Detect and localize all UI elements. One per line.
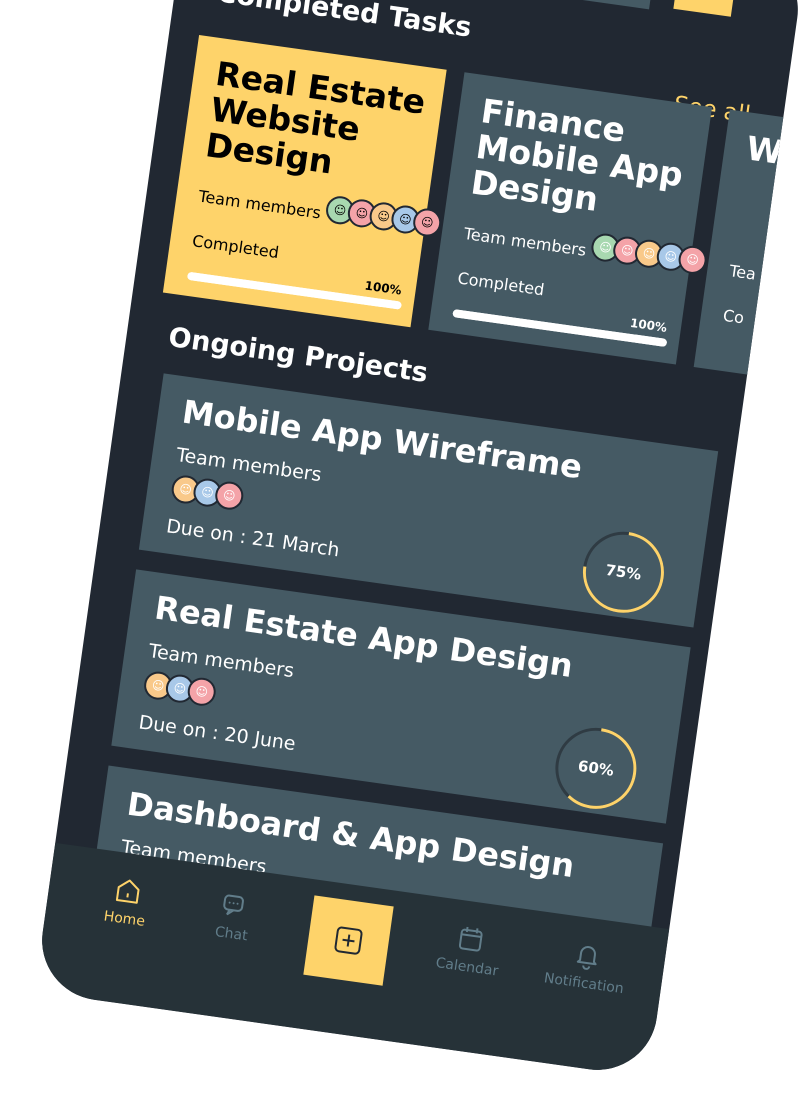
team-avatars: ☺ ☺ ☺ <box>169 473 246 512</box>
screen: Completed Tasks See all Real Estate Webs… <box>34 0 806 1078</box>
phone-frame: Completed Tasks See all Real Estate Webs… <box>34 0 806 1078</box>
progress-percent: 60% <box>577 757 615 780</box>
nav-calendar[interactable]: Calendar <box>421 917 517 981</box>
status-label: Co <box>721 305 746 328</box>
add-button[interactable] <box>303 895 394 986</box>
nav-label: Calendar <box>434 955 500 980</box>
nav-label: Home <box>102 908 146 930</box>
progress-ring: 60% <box>555 727 637 809</box>
task-title: Finance Mobile App Design <box>468 91 686 219</box>
add-icon <box>334 926 363 955</box>
nav-label: Notification <box>542 970 625 998</box>
filter-button[interactable] <box>673 0 739 17</box>
bell-icon <box>576 946 597 970</box>
task-title: W M D <box>744 128 806 183</box>
home-icon <box>115 879 140 904</box>
progress-percent: 100% <box>629 315 668 335</box>
status-label: Completed <box>456 268 546 300</box>
progress-percent: 100% <box>363 278 403 298</box>
task-title: Real Estate Website Design <box>203 53 428 182</box>
chat-icon <box>223 894 244 916</box>
due-date: Due on : 21 March <box>164 515 341 562</box>
completed-tasks-title: Completed Tasks <box>215 0 474 44</box>
completed-task-card[interactable]: W M D Tea Co <box>693 109 806 402</box>
nav-home[interactable]: Home <box>79 869 175 933</box>
nav-chat[interactable]: Chat <box>186 884 282 948</box>
team-members-label: Team members <box>197 186 323 223</box>
completed-task-card[interactable]: Finance Mobile App Design Team members ☺… <box>428 72 713 365</box>
progress-ring: 75% <box>582 531 664 613</box>
due-date: Due on : 20 June <box>137 711 297 756</box>
team-members-label: Tea <box>728 261 758 284</box>
team-members-label: Team members <box>462 223 588 260</box>
status-label: Completed <box>191 231 281 263</box>
nav-label: Chat <box>213 924 249 945</box>
team-avatars: ☺ ☺ ☺ ☺ ☺ <box>324 194 444 239</box>
completed-task-card[interactable]: Real Estate Website Design Team members … <box>162 34 447 328</box>
progress-percent: 75% <box>604 561 642 584</box>
calendar-icon <box>458 926 483 952</box>
team-avatars: ☺ ☺ ☺ <box>142 669 218 708</box>
nav-notification[interactable]: Notification <box>528 933 644 1000</box>
team-avatars: ☺ ☺ ☺ ☺ ☺ <box>589 231 709 276</box>
